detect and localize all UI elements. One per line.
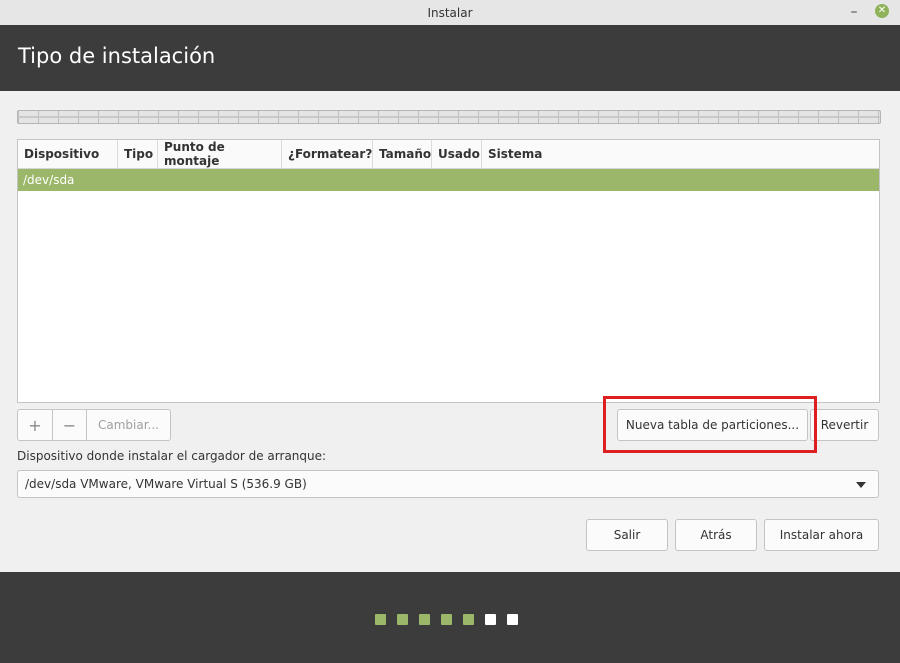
column-header-type[interactable]: Tipo [118,140,158,168]
column-header-used[interactable]: Usado [432,140,482,168]
window-title: Instalar [427,5,473,20]
footer [0,572,900,663]
progress-step-complete [441,614,452,625]
table-row[interactable]: /dev/sda [18,169,879,191]
column-header-device[interactable]: Dispositivo [18,140,118,168]
progress-step-pending [485,614,496,625]
change-partition-button[interactable]: Cambiar... [87,409,171,441]
progress-step-pending [507,614,518,625]
page-header: Tipo de instalación [0,25,900,91]
add-partition-button[interactable]: + [17,409,53,441]
quit-button[interactable]: Salir [586,519,668,551]
bootloader-selected-value: /dev/sda VMware, VMware Virtual S (536.9… [25,477,307,491]
main-content: Dispositivo Tipo Punto de montaje ¿Forma… [0,91,900,572]
progress-step-complete [419,614,430,625]
page-title: Tipo de instalación [18,44,216,68]
minimize-icon[interactable]: – [846,4,862,20]
partition-actions: + − Cambiar... [17,409,171,441]
partition-table[interactable]: Dispositivo Tipo Punto de montaje ¿Forma… [17,139,880,403]
remove-partition-button[interactable]: − [53,409,87,441]
bootloader-label: Dispositivo donde instalar el cargador d… [17,449,327,463]
bootloader-device-select[interactable]: /dev/sda VMware, VMware Virtual S (536.9… [17,470,879,498]
progress-step-complete [397,614,408,625]
column-header-system[interactable]: Sistema [482,140,879,168]
progress-dots [375,614,518,625]
column-header-size[interactable]: Tamaño [373,140,432,168]
row-device: /dev/sda [23,173,75,187]
progress-step-complete [375,614,386,625]
column-header-format[interactable]: ¿Formatear? [282,140,373,168]
window-titlebar: Instalar – ✕ [0,0,900,26]
close-icon[interactable]: ✕ [875,4,889,18]
dropdown-arrow-icon [856,482,866,488]
partition-bar [17,110,881,124]
revert-button[interactable]: Revertir [810,409,879,441]
highlight-annotation [603,396,817,453]
progress-step-complete [463,614,474,625]
install-now-button[interactable]: Instalar ahora [764,519,879,551]
column-header-mount-point[interactable]: Punto de montaje [158,140,282,168]
back-button[interactable]: Atrás [675,519,757,551]
table-header: Dispositivo Tipo Punto de montaje ¿Forma… [18,140,879,169]
